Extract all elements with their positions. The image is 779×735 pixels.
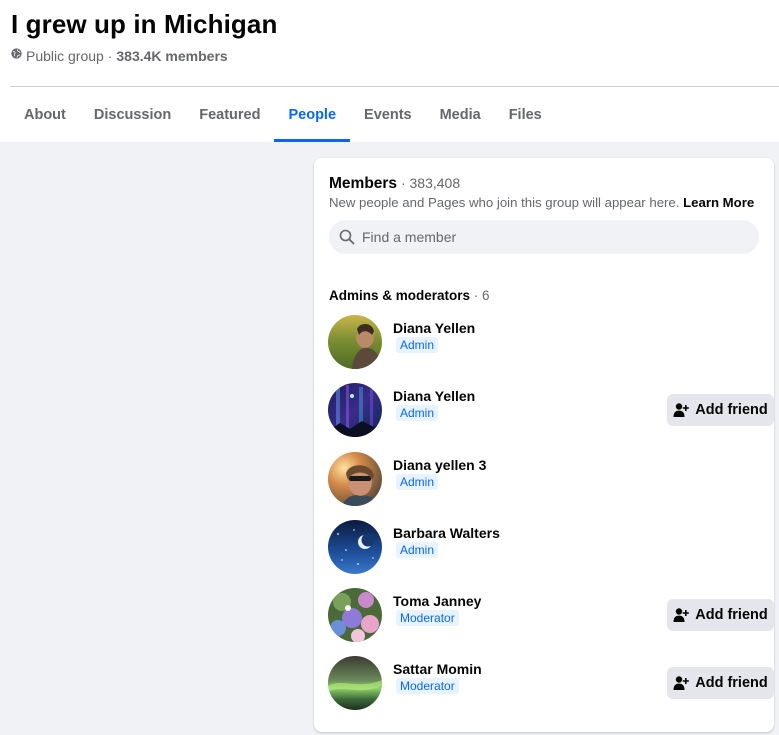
admin-row: Diana yellen 3 Admin: [328, 452, 760, 508]
group-header: I grew up in Michigan Public group · 383…: [0, 0, 779, 142]
tab-featured[interactable]: Featured: [185, 87, 274, 142]
admin-row: Toma Janney Moderator Add friend: [328, 588, 774, 644]
admins-count: · 6: [470, 288, 490, 303]
learn-more-link[interactable]: Learn More: [683, 195, 754, 210]
members-count: · 383,408: [397, 175, 461, 191]
admin-row: Barbara Walters Admin: [328, 520, 760, 576]
add-friend-button[interactable]: Add friend: [667, 394, 774, 426]
admin-row: Diana Yellen Admin: [328, 315, 760, 371]
member-search[interactable]: [329, 220, 759, 254]
member-name[interactable]: Barbara Walters: [393, 525, 500, 541]
avatar[interactable]: [328, 588, 382, 642]
member-name[interactable]: Sattar Momin: [393, 661, 482, 677]
tab-people[interactable]: People: [274, 87, 350, 142]
role-badge: Moderator: [396, 678, 459, 694]
admins-label: Admins & moderators: [329, 288, 471, 303]
group-title[interactable]: I grew up in Michigan: [11, 9, 277, 40]
members-label: Members: [329, 175, 398, 192]
members-description: New people and Pages who join this group…: [329, 195, 754, 210]
avatar[interactable]: [328, 656, 382, 710]
avatar[interactable]: [328, 315, 382, 369]
avatar[interactable]: [328, 452, 382, 506]
role-badge: Admin: [396, 337, 439, 353]
privacy-label: Public group ·: [26, 48, 113, 64]
members-card: Members · 383,408 New people and Pages w…: [314, 158, 774, 732]
member-name[interactable]: Toma Janney: [393, 593, 481, 609]
add-friend-label: Add friend: [695, 675, 768, 691]
member-search-input[interactable]: [360, 228, 744, 246]
admins-heading: Admins & moderators · 6: [329, 288, 490, 303]
tab-discussion[interactable]: Discussion: [80, 87, 185, 142]
add-friend-button[interactable]: Add friend: [667, 599, 774, 631]
role-badge: Moderator: [396, 610, 459, 626]
group-meta: Public group · 383.4K members: [11, 47, 228, 64]
member-name[interactable]: Diana yellen 3: [393, 457, 486, 473]
add-friend-label: Add friend: [695, 402, 768, 418]
admin-row: Diana Yellen Admin Add friend: [328, 383, 774, 439]
avatar[interactable]: [328, 520, 382, 574]
add-friend-label: Add friend: [695, 607, 768, 623]
add-person-icon: [673, 608, 690, 622]
globe-icon: [11, 47, 22, 59]
admin-row: Sattar Momin Moderator Add friend: [328, 656, 774, 712]
group-tabs: About Discussion Featured People Events …: [10, 87, 556, 142]
add-person-icon: [673, 676, 690, 690]
avatar[interactable]: [328, 383, 382, 437]
member-name[interactable]: Diana Yellen: [393, 388, 475, 404]
add-friend-button[interactable]: Add friend: [667, 667, 774, 699]
tab-files[interactable]: Files: [495, 87, 556, 142]
members-count-link[interactable]: 383.4K members: [116, 48, 227, 64]
members-heading: Members · 383,408: [329, 175, 460, 193]
tab-events[interactable]: Events: [350, 87, 426, 142]
members-description-text: New people and Pages who join this group…: [329, 195, 680, 210]
tab-media[interactable]: Media: [426, 87, 495, 142]
member-name[interactable]: Diana Yellen: [393, 320, 475, 336]
search-icon: [339, 229, 355, 245]
role-badge: Admin: [396, 405, 439, 421]
role-badge: Admin: [396, 542, 439, 558]
add-person-icon: [673, 403, 690, 417]
tab-about[interactable]: About: [10, 87, 80, 142]
role-badge: Admin: [396, 474, 439, 490]
